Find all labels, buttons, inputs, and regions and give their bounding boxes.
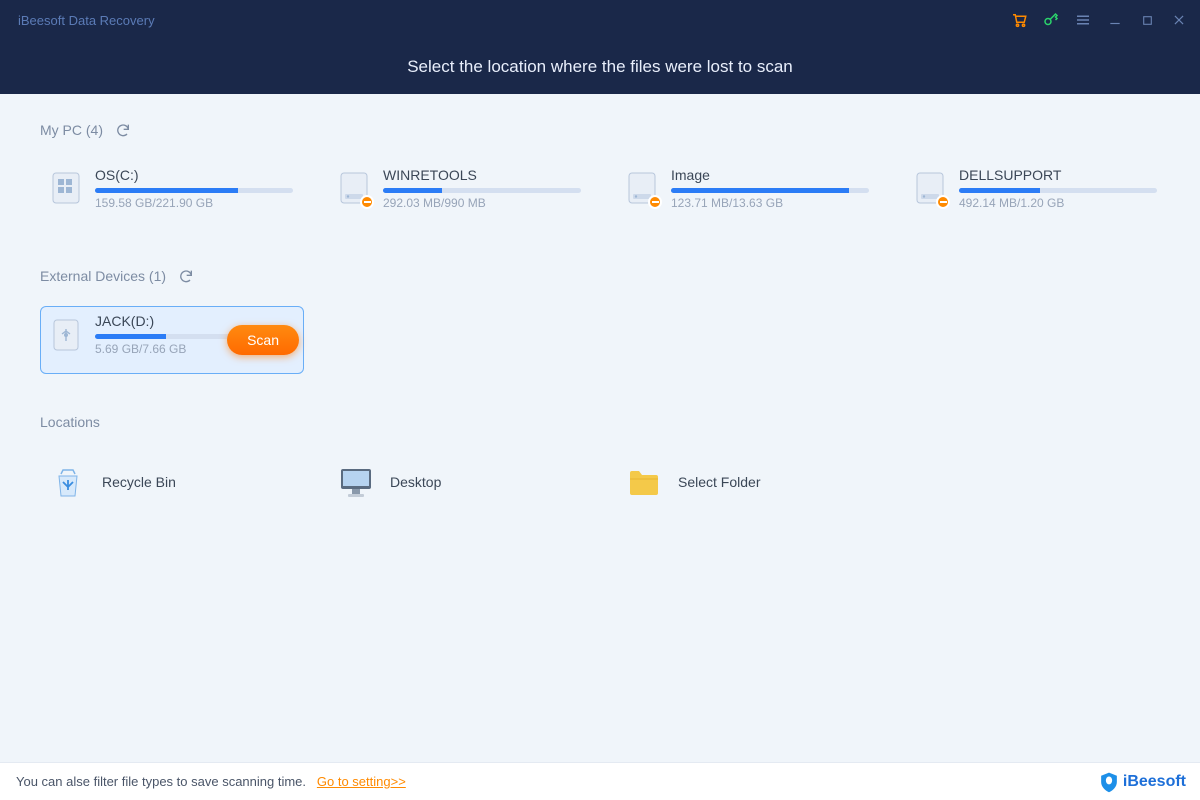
page-header: Select the location where the files were…	[0, 40, 1200, 94]
warning-badge-icon	[648, 195, 662, 209]
footer-logo: iBeesoft	[1099, 771, 1186, 793]
content: My PC (4) OS(C:) 159.58 GB/221.90 GB WINRE…	[0, 94, 1200, 512]
folder-icon	[626, 464, 662, 500]
titlebar-icons	[1010, 11, 1188, 29]
section-locations-head: Locations	[40, 414, 1160, 430]
location-label: Desktop	[390, 474, 441, 490]
section-locations-label: Locations	[40, 414, 100, 430]
drive-card[interactable]: JACK(D:)5.69 GB/7.66 GBScan	[40, 306, 304, 374]
drive-size: 159.58 GB/221.90 GB	[95, 196, 293, 210]
footer-text-wrap: You can alse filter file types to save s…	[16, 774, 406, 789]
drive-card[interactable]: OS(C:) 159.58 GB/221.90 GB	[40, 160, 304, 228]
drive-body: WINRETOOLS 292.03 MB/990 MB	[383, 167, 581, 221]
drive-card[interactable]: Image 123.71 MB/13.63 GB	[616, 160, 880, 228]
key-icon[interactable]	[1042, 11, 1060, 29]
location-card[interactable]: Select Folder	[616, 452, 880, 512]
section-external-label: External Devices (1)	[40, 268, 166, 284]
footer-link[interactable]: Go to setting>>	[317, 774, 406, 789]
drive-usage-fill	[95, 334, 166, 339]
drive-size: 123.71 MB/13.63 GB	[671, 196, 869, 210]
menu-icon[interactable]	[1074, 11, 1092, 29]
close-icon[interactable]	[1170, 11, 1188, 29]
drive-name: WINRETOOLS	[383, 167, 581, 183]
drive-card[interactable]: DELLSUPPORT 492.14 MB/1.20 GB	[904, 160, 1168, 228]
drive-icon	[915, 171, 947, 207]
drive-usage-fill	[671, 188, 849, 193]
drive-usage-fill	[95, 188, 238, 193]
drive-icon	[51, 171, 83, 207]
external-drives-row: JACK(D:)5.69 GB/7.66 GBScan	[40, 306, 1160, 374]
location-card[interactable]: Recycle Bin	[40, 452, 304, 512]
drive-usage-bar	[383, 188, 581, 193]
shield-icon	[1099, 771, 1119, 793]
header-text: Select the location where the files were…	[407, 57, 793, 77]
refresh-icon[interactable]	[178, 268, 194, 284]
locations-row: Recycle Bin Desktop Select Folder	[40, 452, 1160, 512]
location-label: Recycle Bin	[102, 474, 176, 490]
location-card[interactable]: Desktop	[328, 452, 592, 512]
drive-usage-bar	[95, 188, 293, 193]
drive-card[interactable]: WINRETOOLS 292.03 MB/990 MB	[328, 160, 592, 228]
warning-badge-icon	[936, 195, 950, 209]
location-label: Select Folder	[678, 474, 760, 490]
cart-icon[interactable]	[1010, 11, 1028, 29]
drive-name: OS(C:)	[95, 167, 293, 183]
drive-name: DELLSUPPORT	[959, 167, 1157, 183]
drive-body: OS(C:) 159.58 GB/221.90 GB	[95, 167, 293, 221]
section-external-head: External Devices (1)	[40, 268, 1160, 284]
drive-usage-fill	[959, 188, 1040, 193]
desktop-icon	[338, 464, 374, 500]
mypc-drives-row: OS(C:) 159.58 GB/221.90 GB WINRETOOLS 292.0…	[40, 160, 1160, 228]
footer: You can alse filter file types to save s…	[0, 762, 1200, 800]
footer-text: You can alse filter file types to save s…	[16, 774, 306, 789]
footer-brand: iBeesoft	[1123, 773, 1186, 791]
titlebar: iBeesoft Data Recovery	[0, 0, 1200, 40]
minimize-icon[interactable]	[1106, 11, 1124, 29]
drive-icon	[627, 171, 659, 207]
drive-size: 492.14 MB/1.20 GB	[959, 196, 1157, 210]
drive-icon	[51, 317, 83, 353]
app-title: iBeesoft Data Recovery	[18, 13, 155, 28]
drive-usage-bar	[671, 188, 869, 193]
drive-body: Image 123.71 MB/13.63 GB	[671, 167, 869, 221]
drive-icon	[339, 171, 371, 207]
drive-usage-bar	[959, 188, 1157, 193]
section-mypc-head: My PC (4)	[40, 122, 1160, 138]
recycle-icon	[50, 464, 86, 500]
drive-usage-fill	[383, 188, 442, 193]
drive-size: 292.03 MB/990 MB	[383, 196, 581, 210]
drive-name: Image	[671, 167, 869, 183]
drive-body: DELLSUPPORT 492.14 MB/1.20 GB	[959, 167, 1157, 221]
section-mypc-label: My PC (4)	[40, 122, 103, 138]
warning-badge-icon	[360, 195, 374, 209]
maximize-icon[interactable]	[1138, 11, 1156, 29]
refresh-icon[interactable]	[115, 122, 131, 138]
scan-button[interactable]: Scan	[227, 325, 299, 355]
